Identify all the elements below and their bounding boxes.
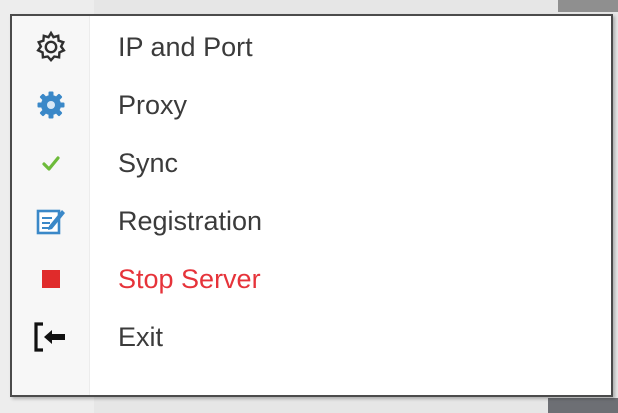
menu-item-label: Exit (118, 322, 164, 352)
gear-icon (12, 18, 89, 76)
proxy-gear-icon (12, 76, 89, 134)
menu-item-label: Sync (118, 148, 179, 178)
registration-edit-icon (12, 192, 89, 250)
menu-item-label: Proxy (118, 90, 188, 120)
menu-item-label: Stop Server (118, 264, 261, 294)
menu-item-ip-and-port[interactable]: IP and Port (12, 18, 611, 76)
menu-item-stop-server[interactable]: Stop Server (12, 250, 611, 308)
menu-item-sync[interactable]: Sync (12, 134, 611, 192)
menu-item-label: IP and Port (118, 32, 253, 62)
menu-item-label: Registration (118, 206, 263, 236)
menu-item-exit[interactable]: Exit (12, 308, 611, 366)
background-window-titlebar (558, 0, 618, 12)
menu-item-registration[interactable]: Registration (12, 192, 611, 250)
checkmark-icon (12, 134, 89, 192)
menu-item-proxy[interactable]: Proxy (12, 76, 611, 134)
background-taskbar-fragment (548, 398, 618, 413)
exit-door-icon (12, 308, 89, 366)
stop-square-icon (12, 250, 89, 308)
context-menu: IP and Port Proxy Sync Registration Stop… (10, 14, 613, 397)
